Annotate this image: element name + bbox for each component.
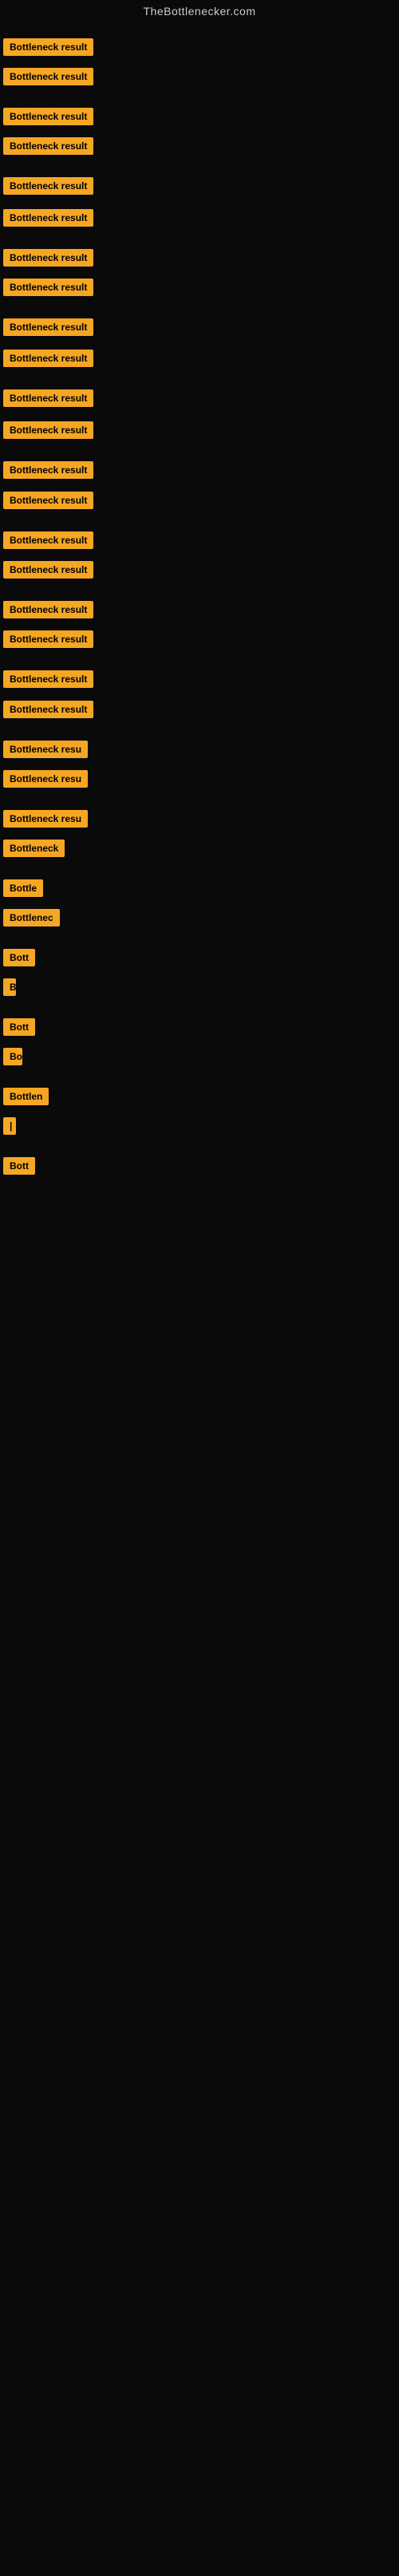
bottleneck-label: Bottleneck result: [3, 137, 93, 155]
bottleneck-label: Bottlen: [3, 1088, 49, 1105]
bottleneck-row: Bottleneck result: [3, 670, 93, 692]
bottleneck-label: Bottle: [3, 879, 43, 897]
site-title-container: TheBottlenecker.com: [0, 0, 399, 22]
bottleneck-label: Bottleneck result: [3, 701, 93, 718]
bottleneck-row: Bottlen: [3, 1088, 49, 1109]
bottleneck-label: Bottleneck resu: [3, 770, 88, 788]
bottleneck-row: Bottle: [3, 879, 43, 901]
bottleneck-row: Bottleneck resu: [3, 741, 88, 762]
bottleneck-row: Bottleneck: [3, 840, 65, 861]
bottleneck-row: Bottleneck result: [3, 389, 93, 411]
bottleneck-label: Bottleneck result: [3, 601, 93, 618]
bottleneck-label: Bottleneck result: [3, 389, 93, 407]
bottleneck-row: Bottleneck result: [3, 108, 93, 129]
bottleneck-label: Bottleneck result: [3, 249, 93, 267]
bottleneck-label: Bottleneck result: [3, 108, 93, 125]
bottleneck-row: Bottleneck result: [3, 38, 93, 60]
bottleneck-row: Bottleneck result: [3, 492, 93, 513]
bottleneck-label: Bottleneck resu: [3, 810, 88, 828]
bottleneck-row: B: [3, 978, 16, 1000]
bottleneck-row: |: [3, 1117, 16, 1139]
bottleneck-label: Bottleneck result: [3, 461, 93, 479]
bottleneck-row: Bott: [3, 1018, 35, 1040]
bottleneck-row: Bottleneck result: [3, 209, 93, 231]
bottleneck-row: Bottleneck result: [3, 421, 93, 443]
bottleneck-label: |: [3, 1117, 16, 1135]
bottleneck-label: Bottleneck result: [3, 209, 93, 227]
bottleneck-row: Bottleneck result: [3, 561, 93, 583]
bottleneck-row: Bottleneck result: [3, 630, 93, 652]
bottleneck-row: Bottleneck result: [3, 461, 93, 483]
bottleneck-label: Bottleneck result: [3, 38, 93, 56]
bottleneck-label: Bottleneck result: [3, 630, 93, 648]
bottleneck-row: Bottleneck result: [3, 279, 93, 300]
bottleneck-row: Bottleneck resu: [3, 770, 88, 792]
bottleneck-row: Bottleneck result: [3, 137, 93, 159]
bottleneck-row: Bottleneck result: [3, 531, 93, 553]
bottleneck-row: Bottleneck result: [3, 249, 93, 271]
bottleneck-label: Bottleneck result: [3, 421, 93, 439]
bottleneck-row: Bo: [3, 1048, 22, 1069]
bottleneck-label: Bottleneck result: [3, 279, 93, 296]
bottleneck-label: Bottleneck result: [3, 318, 93, 336]
site-title: TheBottlenecker.com: [0, 0, 399, 22]
bottleneck-label: Bott: [3, 1157, 35, 1175]
bottleneck-label: Bottleneck result: [3, 670, 93, 688]
bottleneck-label: Bottleneck result: [3, 531, 93, 549]
bottleneck-row: Bottleneck resu: [3, 810, 88, 832]
bottleneck-row: Bottleneck result: [3, 68, 93, 89]
bottleneck-label: Bottleneck result: [3, 492, 93, 509]
bottleneck-label: Bottleneck result: [3, 561, 93, 579]
bottleneck-row: Bottlenec: [3, 909, 60, 930]
bottleneck-row: Bottleneck result: [3, 701, 93, 722]
bottleneck-label: Bott: [3, 1018, 35, 1036]
bottleneck-row: Bottleneck result: [3, 177, 93, 199]
bottleneck-label: Bottleneck result: [3, 177, 93, 195]
bottleneck-row: Bott: [3, 949, 35, 970]
bottleneck-label: Bottleneck: [3, 840, 65, 857]
bottleneck-row: Bott: [3, 1157, 35, 1179]
bottleneck-label: Bottlenec: [3, 909, 60, 926]
bottleneck-label: Bottleneck result: [3, 68, 93, 85]
bottleneck-row: Bottleneck result: [3, 318, 93, 340]
bottleneck-label: Bottleneck resu: [3, 741, 88, 758]
bottleneck-row: Bottleneck result: [3, 350, 93, 371]
bottleneck-label: B: [3, 978, 16, 996]
bottleneck-label: Bo: [3, 1048, 22, 1065]
bottleneck-row: Bottleneck result: [3, 601, 93, 622]
bottleneck-label: Bottleneck result: [3, 350, 93, 367]
bottleneck-label: Bott: [3, 949, 35, 966]
